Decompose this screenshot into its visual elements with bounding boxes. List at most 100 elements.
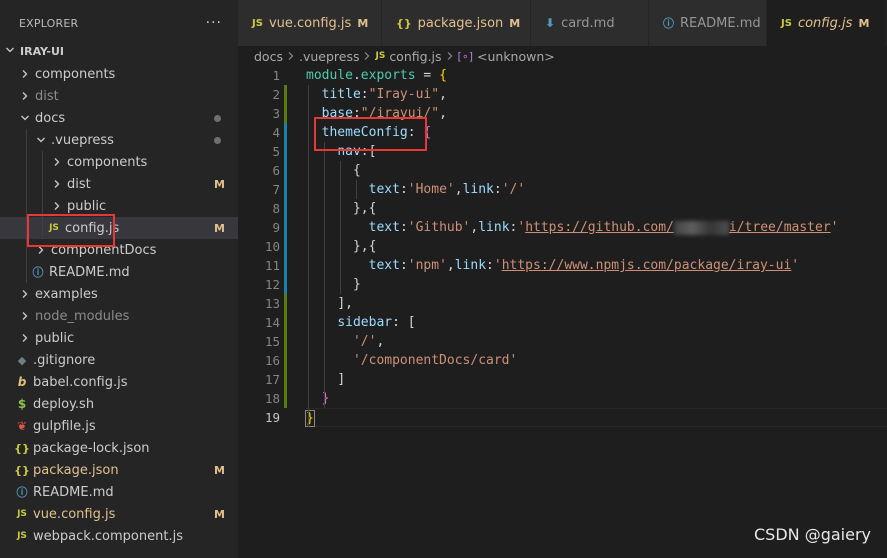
chevron-down-icon: [35, 135, 47, 145]
line-number: 16: [264, 353, 280, 368]
code-line-5: nav:[: [337, 144, 377, 159]
info-file-icon: ⓘ: [16, 486, 28, 499]
tree-indent-guide: [42, 151, 43, 173]
chevron-right-icon: [35, 245, 47, 255]
js-file-icon: JS: [252, 17, 263, 29]
explorer-sidebar: EXPLORER ··· IRAY-UI components dist docs.…: [0, 0, 238, 558]
github-link[interactable]: https://github.com/: [525, 220, 674, 235]
tree-item-label: README.md: [33, 484, 114, 500]
tree-item-label: webpack.component.js: [33, 528, 183, 544]
line-number: 7: [272, 182, 280, 197]
tree-indent-guide: [42, 195, 43, 217]
chevron-right-icon: [446, 49, 454, 64]
js-file-icon: JS: [17, 509, 27, 519]
tree-item-label: components: [67, 154, 148, 170]
tree-item[interactable]: dist: [0, 85, 238, 107]
js-file-icon: JS: [375, 51, 386, 61]
tab-README-md[interactable]: ⓘ README.md: [649, 0, 767, 46]
tree-item[interactable]: ⓘ README.md: [0, 481, 238, 503]
chevron-right-icon: [19, 311, 31, 321]
code-line-13: ],: [337, 296, 353, 311]
watermark: CSDN @gaiery: [754, 525, 871, 544]
tree-item[interactable]: examples: [0, 283, 238, 305]
tree-item[interactable]: {} package-lock.json: [0, 437, 238, 459]
tree-item[interactable]: docs: [0, 107, 238, 129]
breadcrumb-symbol[interactable]: <unknown>: [477, 49, 555, 64]
code-line-4: themeConfig: {: [321, 125, 432, 140]
tree-item[interactable]: components: [0, 151, 238, 173]
tree-item[interactable]: components: [0, 63, 238, 85]
line-number: 12: [264, 277, 280, 292]
code-line-7: text:'Home',link:'/': [368, 182, 526, 197]
code-content[interactable]: module.exports = { title:"Iray-ui", base…: [305, 66, 887, 427]
line-number: 14: [264, 315, 280, 330]
tree-item-label: components: [35, 66, 116, 82]
tree-item-label: README.md: [49, 264, 130, 280]
tree-item-label: .vuepress: [51, 132, 114, 148]
editor-tabs: JS vue.config.js M {} package.json M ⬇ card.md ⓘ…: [238, 0, 887, 46]
more-actions-icon[interactable]: ···: [206, 15, 222, 31]
tree-item[interactable]: JS vue.config.js M: [0, 503, 238, 525]
code-line-6: {: [352, 163, 361, 178]
tab-config-js[interactable]: JS config.js M: [767, 0, 887, 46]
tree-indent-guide: [26, 217, 27, 239]
tree-item[interactable]: ◆ .gitignore: [0, 349, 238, 371]
tree-item[interactable]: {} package.json M: [0, 459, 238, 481]
tab-package-json[interactable]: {} package.json M: [382, 0, 531, 46]
tree-item[interactable]: $ deploy.sh: [0, 393, 238, 415]
tab-label: card.md: [561, 15, 615, 31]
tree-item[interactable]: dist M: [0, 173, 238, 195]
line-number: 1: [272, 68, 280, 83]
npm-link[interactable]: https://www.npmjs.com/package/iray-ui: [502, 258, 792, 273]
line-number: 4: [272, 125, 280, 140]
tree-item-label: deploy.sh: [33, 396, 95, 412]
tree-item-label: public: [67, 198, 107, 214]
line-number: 11: [264, 258, 280, 273]
tree-item[interactable]: ⓘ README.md: [0, 261, 238, 283]
tree-indent-guide: [26, 195, 27, 217]
tree-item[interactable]: node_modules: [0, 305, 238, 327]
git-status-badge: M: [214, 507, 225, 521]
tab-vue-config-js[interactable]: JS vue.config.js M: [238, 0, 382, 46]
tree-item[interactable]: b babel.config.js: [0, 371, 238, 393]
tree-item[interactable]: .vuepress: [0, 129, 238, 151]
tree-indent-guide: [26, 261, 27, 283]
chevron-right-icon: [363, 49, 371, 64]
tree-item[interactable]: JS webpack.component.js: [0, 525, 238, 547]
info-file-icon: ⓘ: [663, 17, 674, 30]
tab-card-md[interactable]: ⬇ card.md: [531, 0, 649, 46]
json-file-icon: {}: [14, 441, 30, 455]
tab-modified-badge: M: [509, 16, 521, 30]
line-number: 8: [272, 201, 280, 216]
md-file-icon: ⬇: [545, 16, 556, 30]
tree-item[interactable]: public: [0, 327, 238, 349]
workspace-root-label: IRAY-UI: [20, 44, 64, 58]
tab-label: vue.config.js: [268, 15, 352, 31]
tree-item[interactable]: componentDocs: [0, 239, 238, 261]
tree-item[interactable]: JS config.js M: [0, 217, 238, 239]
chevron-right-icon: [287, 49, 295, 64]
tree-item-label: docs: [35, 110, 66, 126]
redacted-blur: [673, 220, 729, 235]
tree-item[interactable]: ❦ gulpfile.js: [0, 415, 238, 437]
code-line-9: text:'Github',link:'https://github.com/i…: [368, 220, 839, 235]
breadcrumb-vuepress[interactable]: .vuepress: [299, 49, 360, 64]
code-line-10: },{: [352, 239, 377, 254]
tree-item[interactable]: public: [0, 195, 238, 217]
code-editor[interactable]: 1 2 3 4 5 6 7 8 9 10 11 12 13 14 15 16 17 18 19 module.exp…: [238, 66, 887, 558]
breadcrumb-file[interactable]: config.js: [389, 49, 441, 64]
git-status-badge: M: [214, 177, 225, 191]
tree-indent-guide: [42, 217, 43, 239]
code-line-15: '/',: [352, 334, 385, 349]
workspace-root[interactable]: IRAY-UI: [0, 41, 238, 61]
indent-guide: [324, 142, 325, 408]
code-line-2: title:"Iray-ui",: [321, 87, 447, 102]
line-number-gutter: 1 2 3 4 5 6 7 8 9 10 11 12 13 14 15 16 17 18 19: [238, 66, 280, 427]
babel-file-icon: b: [17, 375, 27, 389]
modified-dot-indicator: [214, 114, 221, 122]
breadcrumb-docs[interactable]: docs: [254, 49, 283, 64]
git-modified-marker: [284, 85, 287, 123]
tab-label: config.js: [797, 15, 853, 31]
symbol-variable-icon: [∘]: [457, 49, 473, 63]
code-line-11: text:'npm',link:'https://www.npmjs.com/p…: [368, 258, 800, 273]
